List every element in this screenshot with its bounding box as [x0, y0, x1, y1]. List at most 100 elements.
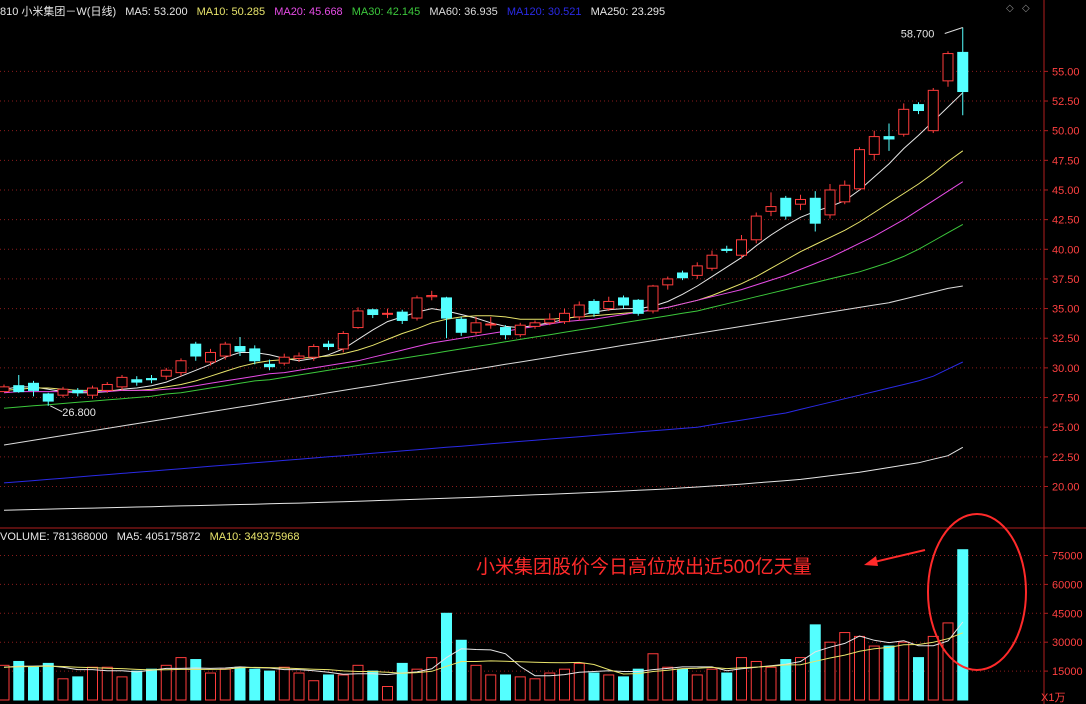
candle-body: [87, 387, 98, 396]
candles: [0, 27, 969, 406]
candle-body: [485, 323, 497, 326]
candle-body: [544, 318, 556, 324]
price-tick-label: 22.50: [1052, 452, 1080, 464]
volume-bar: [854, 635, 865, 701]
candle-body: [677, 272, 688, 279]
low-marker-label: 26.800: [62, 407, 96, 419]
candle-body: [57, 388, 69, 396]
volume-bar: [942, 622, 954, 701]
candle: [942, 51, 954, 87]
ma250-label: MA250: 23.295: [590, 6, 666, 18]
volume-bar: [146, 668, 157, 701]
candle-body: [573, 304, 585, 318]
candle: [367, 308, 379, 319]
candle: [721, 245, 733, 253]
volume-bar: [205, 672, 216, 701]
ma30-line: [3, 223, 964, 409]
candle: [514, 322, 526, 338]
candle-body: [913, 104, 924, 112]
candle-body: [42, 393, 54, 402]
ma30-label: MA30: 42.145: [351, 6, 421, 18]
kline-chart[interactable]: 55.00 52.50 50.00 47.50 45.00 42.50 40.00 37.50…: [0, 0, 1086, 704]
price-tick-label: 30.00: [1052, 363, 1080, 375]
candle: [190, 341, 202, 361]
volume-bar: [662, 666, 674, 701]
volume-bar: [573, 662, 585, 701]
candle-body: [470, 322, 482, 333]
candle: [662, 276, 674, 290]
volume-bar: [219, 668, 231, 701]
high-marker-label: 58.700: [901, 28, 935, 40]
ma250-line: [3, 446, 964, 511]
candle: [131, 376, 143, 386]
candle: [219, 341, 231, 360]
volume-bar: [160, 664, 172, 701]
candle-body: [234, 346, 246, 352]
candle-body: [750, 215, 762, 241]
price-axis: 55.00 52.50 50.00 47.50 45.00 42.50 40.00 37.50…: [1044, 66, 1080, 493]
ma60-line: [3, 285, 963, 446]
candle: [632, 299, 644, 316]
candle-body: [839, 184, 851, 203]
candle: [647, 284, 659, 314]
volume-bar: [514, 676, 526, 701]
ma10-line: [3, 150, 964, 391]
candle-body: [264, 363, 275, 368]
low-marker-arrow: [50, 405, 63, 413]
candle: [175, 358, 187, 377]
volume-bar: [234, 666, 246, 701]
volume-bar: [131, 670, 143, 701]
candle-body: [662, 278, 674, 286]
volume-bar: [485, 674, 497, 701]
candle-body: [308, 346, 320, 358]
price-markers: 58.700 26.800: [50, 27, 963, 419]
candle-body: [721, 248, 733, 251]
candle: [382, 308, 393, 319]
volume-bar: [87, 666, 98, 701]
volume-bar: [382, 686, 393, 701]
volume-bar: [57, 678, 69, 701]
settings-icon[interactable]: ◇: [1022, 3, 1030, 14]
volume-bar: [603, 674, 615, 701]
volume-bar: [441, 612, 452, 701]
candle: [868, 130, 880, 161]
candle: [795, 194, 806, 211]
volume-bar: [396, 662, 408, 701]
candle-body: [868, 136, 880, 155]
candle: [750, 212, 762, 244]
candle-body: [13, 385, 25, 393]
volume-ma10-label: MA10: 349375968: [209, 531, 300, 543]
volume-bar: [721, 672, 733, 701]
candle-body: [0, 386, 10, 393]
chart-title: 810 小米集团－W(日线): [0, 6, 117, 18]
candle: [618, 295, 629, 309]
candle-body: [190, 343, 202, 357]
volume-bar: [323, 674, 334, 701]
candle: [559, 308, 570, 324]
volume-bar: [308, 680, 320, 701]
volume-bar: [116, 676, 128, 701]
volume-bar: [293, 672, 305, 701]
candle-body: [765, 206, 777, 212]
volume-tick-label: 15000: [1052, 666, 1083, 678]
candle-body: [352, 310, 364, 329]
volume-bar: [337, 674, 349, 701]
candle: [736, 235, 747, 259]
diamond-icon[interactable]: ◇: [1006, 3, 1014, 14]
candle-body: [809, 197, 821, 224]
candle-body: [647, 285, 659, 312]
price-tick-label: 20.00: [1052, 481, 1080, 493]
candle: [677, 270, 688, 281]
candle: [824, 184, 836, 219]
volume-bar: [957, 549, 969, 701]
candle-body: [455, 318, 467, 333]
candle-body: [205, 351, 216, 363]
candle: [249, 345, 261, 365]
candle-body: [736, 239, 747, 256]
candle-body: [382, 312, 393, 315]
volume-bar: [839, 632, 851, 701]
candle-body: [883, 136, 895, 140]
candle: [913, 102, 924, 115]
candle-body: [957, 51, 969, 93]
ma20-label: MA20: 45.668: [274, 6, 343, 18]
